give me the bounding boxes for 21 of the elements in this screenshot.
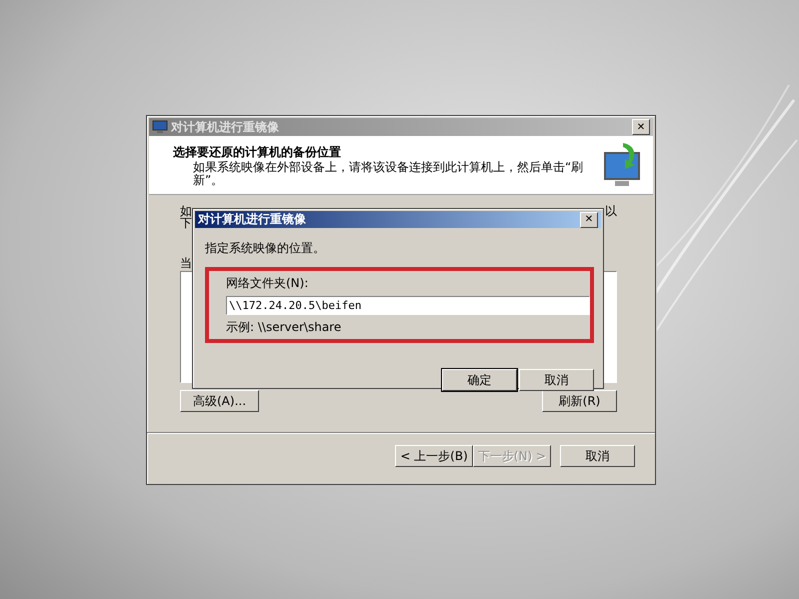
close-button[interactable]: ✕: [632, 119, 650, 135]
dialog-title: 对计算机进行重镜像: [198, 211, 307, 228]
close-button[interactable]: ✕: [580, 212, 598, 228]
list-button[interactable]: 刷新(R): [542, 390, 617, 412]
computer-icon: [152, 120, 168, 134]
obscured-text: 如: [180, 205, 192, 217]
dialog-button[interactable]: 取消: [519, 369, 594, 391]
obscured-text: 以: [605, 205, 617, 217]
field-label: 网络文件夹(N):: [226, 275, 310, 292]
network-folder-field[interactable]: \\172.24.20.5\beifen: [226, 296, 590, 315]
wizard-button[interactable]: 取消: [560, 445, 635, 467]
example-text: 示例: \\server\share: [226, 319, 342, 336]
wizard-button[interactable]: < 上一步(B): [395, 445, 473, 467]
dialog-button[interactable]: 确定: [442, 369, 517, 391]
list-button[interactable]: 高级(A)...: [180, 390, 260, 412]
obscured-text: 下: [180, 217, 192, 229]
window-title: 对计算机进行重镜像: [171, 118, 280, 136]
page-heading: 选择要还原的计算机的备份位置: [173, 144, 342, 161]
instruction-text: 指定系统映像的位置。: [205, 240, 326, 257]
page-description: 如果系统映像在外部设备上，请将该设备连接到此计算机上，然后单击“刷新”。: [192, 161, 584, 188]
obscured-text: 当: [180, 257, 192, 269]
